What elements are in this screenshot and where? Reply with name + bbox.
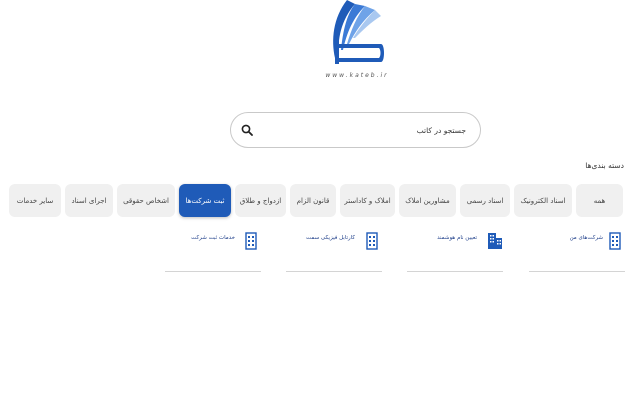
category-property-cadastre[interactable]: املاک و کاداستر — [340, 184, 395, 217]
building-icon — [609, 232, 621, 250]
logo-url-text: www.kateb.ir — [325, 72, 389, 79]
category-electronic-docs[interactable]: اسناد الکترونیک — [514, 184, 572, 217]
category-other-services[interactable]: سایر خدمات — [9, 184, 61, 217]
service-card-company-registration[interactable]: خدمات ثبت شرکت — [165, 232, 261, 272]
service-card-label: کارتابل فیزیکی سمت — [305, 235, 355, 241]
feather-book-logo-icon — [333, 0, 384, 64]
search-input[interactable] — [253, 113, 470, 147]
service-card-my-companies[interactable]: شرکت‌های من — [529, 232, 625, 272]
search-icon[interactable] — [241, 124, 253, 136]
search-bar[interactable] — [230, 112, 481, 148]
service-card-smart-naming[interactable]: تعیین نام هوشمند — [407, 232, 503, 272]
buildings-icon — [488, 233, 502, 249]
category-marriage-divorce[interactable]: ازدواج و طلاق — [235, 184, 286, 217]
service-card-physical-cartable[interactable]: کارتابل فیزیکی سمت — [286, 232, 382, 272]
category-legal-entities[interactable]: اشخاص حقوقی — [117, 184, 175, 217]
categories-title: دسته بندی‌ها — [585, 161, 624, 170]
category-official-docs[interactable]: اسناد رسمی — [460, 184, 510, 217]
category-all[interactable]: همه — [576, 184, 623, 217]
building-icon — [366, 232, 378, 250]
service-card-label: شرکت‌های من — [569, 235, 603, 241]
service-card-label: خدمات ثبت شرکت — [191, 235, 235, 241]
page: www.kateb.ir دسته بندی‌ها همه اسناد الکت… — [0, 0, 640, 400]
category-document-execution[interactable]: اجرای اسناد — [65, 184, 113, 217]
category-pills: همه اسناد الکترونیک اسناد رسمی مشاورین ا… — [4, 184, 623, 217]
category-real-estate-agents[interactable]: مشاورین املاک — [399, 184, 456, 217]
category-obligation-law[interactable]: قانون الزام — [290, 184, 336, 217]
service-card-label: تعیین نام هوشمند — [437, 235, 477, 241]
building-icon — [245, 232, 257, 250]
category-company-registration[interactable]: ثبت شرکت‌ها — [179, 184, 231, 217]
